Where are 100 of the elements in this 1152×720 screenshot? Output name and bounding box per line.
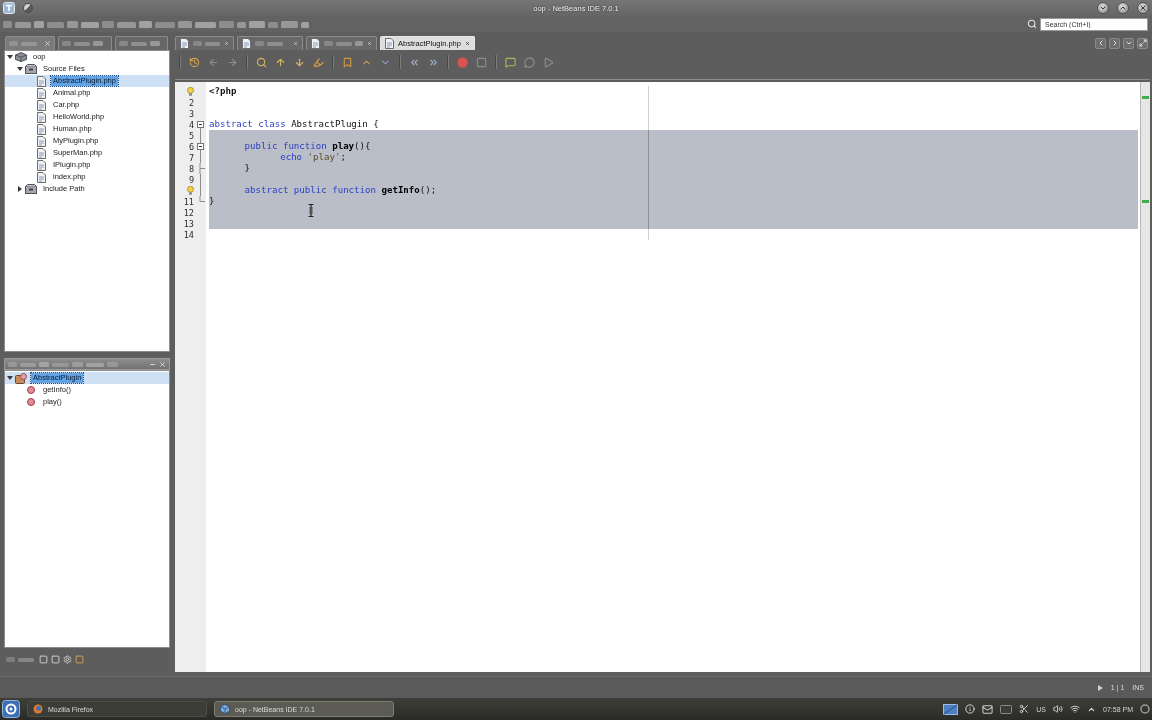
- history-icon[interactable]: [189, 56, 200, 68]
- line-number: 14: [183, 229, 194, 240]
- file-icon: [36, 159, 46, 171]
- line-number: 2: [188, 97, 194, 108]
- code-line: }: [209, 196, 215, 207]
- editor-tab[interactable]: [237, 36, 303, 50]
- code-line: <?php: [209, 86, 237, 97]
- panel-tab[interactable]: [58, 36, 112, 50]
- maximize-button[interactable]: [1117, 2, 1129, 14]
- close-button[interactable]: [1137, 2, 1149, 14]
- file-icon: [36, 123, 46, 135]
- file-icon: [36, 135, 46, 147]
- message-icon[interactable]: [524, 56, 535, 68]
- blurred-text-drawing: [119, 40, 162, 47]
- package-icon: [25, 184, 37, 194]
- i-beam-cursor-icon: [308, 204, 314, 217]
- blurred-text-drawing: [62, 40, 106, 47]
- blurred-text-drawing: [193, 40, 220, 47]
- line-number: 8: [188, 163, 194, 174]
- maximize-editor-button[interactable]: [1137, 37, 1148, 49]
- line-number: 13: [183, 218, 194, 229]
- launcher-icon[interactable]: [2, 700, 20, 718]
- caret-right-icon[interactable]: [17, 186, 23, 192]
- code-line: abstract public function getInfo();: [244, 185, 437, 196]
- square-icon[interactable]: [39, 654, 48, 664]
- code-line: }: [244, 163, 251, 174]
- file-icon: [385, 38, 394, 49]
- file-icon: [36, 75, 46, 87]
- desktop-pager-icon[interactable]: [943, 703, 959, 715]
- bookmark-icon[interactable]: [342, 56, 353, 68]
- device-icon[interactable]: [1000, 704, 1013, 714]
- line-number: 3: [188, 108, 194, 119]
- settings-icon[interactable]: [63, 654, 72, 664]
- lightbulb-icon[interactable]: [187, 87, 194, 96]
- cube-icon: [220, 704, 230, 714]
- comment-icon[interactable]: [505, 56, 516, 68]
- app-icon[interactable]: [3, 2, 15, 14]
- blurred-text-drawing: [6, 655, 36, 663]
- class-icon: [15, 372, 27, 384]
- ring-icon[interactable]: [1140, 704, 1150, 714]
- fold-minus-icon[interactable]: [196, 121, 204, 128]
- lightbulb-icon[interactable]: [187, 186, 194, 195]
- code-line: public function play(){: [244, 141, 371, 152]
- chevron-down-icon: [1099, 4, 1107, 12]
- arrow-down-icon[interactable]: [294, 56, 305, 68]
- wifi-icon[interactable]: [1070, 704, 1081, 714]
- file-icon: [36, 171, 46, 183]
- line-number: 12: [183, 207, 194, 218]
- triangle-icon: [1097, 684, 1103, 691]
- highlighter-icon[interactable]: [313, 56, 324, 68]
- arrow-left-icon[interactable]: [208, 56, 219, 68]
- line-number: 5: [188, 130, 194, 141]
- documents-dropdown-button[interactable]: [1123, 37, 1134, 49]
- line-number: 6: [188, 141, 194, 152]
- stop-icon[interactable]: [476, 56, 487, 68]
- line-number: 11: [183, 196, 194, 207]
- caret-down-icon[interactable]: [7, 54, 13, 60]
- file-icon: [36, 147, 46, 159]
- desktop-pin-button[interactable]: [23, 3, 33, 13]
- maximize-icon: [1138, 39, 1147, 47]
- arrow-right-icon[interactable]: [227, 56, 238, 68]
- info-icon[interactable]: [965, 704, 976, 714]
- code-line: echo 'play';: [280, 152, 346, 163]
- close-icon: [1139, 4, 1147, 12]
- volume-icon[interactable]: [1053, 704, 1064, 714]
- file-icon: [180, 38, 189, 49]
- scissors-icon[interactable]: [1019, 704, 1030, 714]
- chevron-down-icon: [1124, 39, 1133, 47]
- square-icon[interactable]: [51, 654, 60, 664]
- stripe-mark-icon: [1142, 96, 1149, 99]
- caret-down-icon[interactable]: [17, 66, 23, 72]
- line-number: 4: [188, 119, 194, 130]
- scroll-right-button[interactable]: [1109, 37, 1120, 49]
- search-icon[interactable]: [1027, 19, 1037, 29]
- panel-tab[interactable]: [115, 36, 168, 50]
- package-icon: [25, 64, 37, 74]
- code-line: abstract class AbstractPlugin {: [209, 119, 379, 130]
- file-icon: [242, 38, 251, 49]
- file-icon: [36, 87, 46, 99]
- editor-tab[interactable]: [175, 36, 234, 50]
- line-number: 9: [188, 174, 194, 185]
- globe-icon: [33, 704, 43, 714]
- minimize-button[interactable]: [1097, 2, 1109, 14]
- scroll-left-button[interactable]: [1095, 37, 1106, 49]
- play-icon[interactable]: [543, 56, 554, 68]
- file-icon: [311, 38, 320, 49]
- blurred-text-drawing: [324, 40, 363, 47]
- fold-minus-icon[interactable]: [196, 143, 204, 150]
- line-number: 7: [188, 152, 194, 163]
- caret-down-icon[interactable]: [7, 375, 13, 381]
- close-icon[interactable]: [464, 40, 470, 47]
- arrow-up-icon[interactable]: [275, 56, 286, 68]
- editor-tab[interactable]: [306, 36, 377, 50]
- chevron-up-icon: [1119, 4, 1127, 12]
- file-icon: [36, 111, 46, 123]
- stripe-mark-icon: [1142, 200, 1149, 203]
- search-icon[interactable]: [256, 56, 267, 68]
- file-icon: [36, 99, 46, 111]
- square-icon[interactable]: [75, 654, 84, 664]
- mail-icon[interactable]: [982, 703, 994, 715]
